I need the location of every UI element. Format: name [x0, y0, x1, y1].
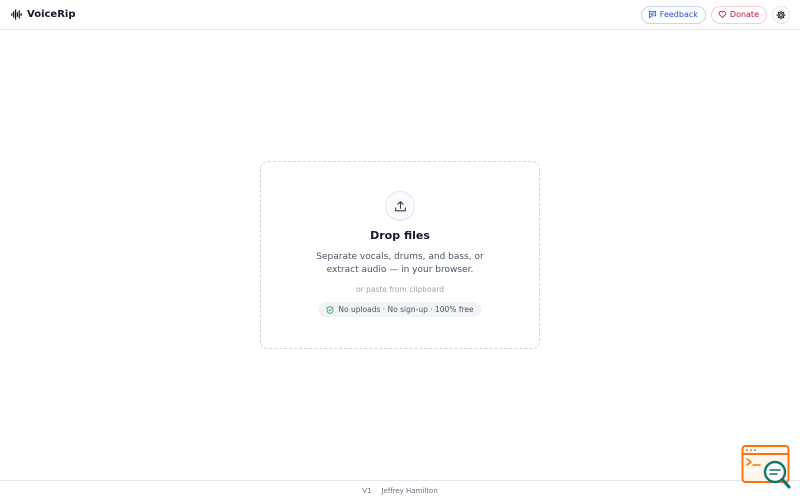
message-square-icon: [648, 10, 656, 19]
author-link[interactable]: Jeffrey Hamilton: [381, 487, 437, 495]
file-drop-zone[interactable]: Drop files Separate vocals, drums, and b…: [260, 161, 540, 349]
gear-icon: [776, 9, 786, 20]
donate-button[interactable]: Donate: [710, 5, 767, 24]
brand[interactable]: VoiceRip: [11, 9, 76, 20]
donate-label: Donate: [729, 10, 759, 19]
audio-wave-icon: [11, 9, 22, 20]
settings-button[interactable]: [772, 5, 790, 24]
header-actions: Feedback Donate: [640, 5, 790, 24]
footer: V1 Jeffrey Hamilton: [0, 480, 800, 500]
upload-button[interactable]: [385, 191, 415, 221]
top-bar: VoiceRip Feedback Donate: [0, 0, 800, 30]
paste-hint: or paste from clipboard: [356, 285, 444, 294]
feedback-button[interactable]: Feedback: [640, 5, 706, 24]
window-search-icon: [741, 445, 791, 489]
version-label: V1: [362, 486, 372, 495]
shield-check-icon: [326, 305, 334, 314]
heart-icon: [718, 11, 727, 19]
upload-icon: [394, 200, 406, 211]
drop-description: Separate vocals, drums, and bass, or ext…: [316, 252, 484, 275]
drop-title: Drop files: [370, 229, 430, 242]
app-name: VoiceRip: [27, 9, 76, 20]
feedback-label: Feedback: [659, 10, 698, 19]
privacy-badge-text: No uploads · No sign-up · 100% free: [338, 305, 474, 314]
privacy-badge: No uploads · No sign-up · 100% free: [318, 302, 482, 317]
floating-search-widget[interactable]: [741, 444, 793, 490]
app-root: VoiceRip Feedback Donate Drop files Sepa…: [0, 0, 800, 500]
